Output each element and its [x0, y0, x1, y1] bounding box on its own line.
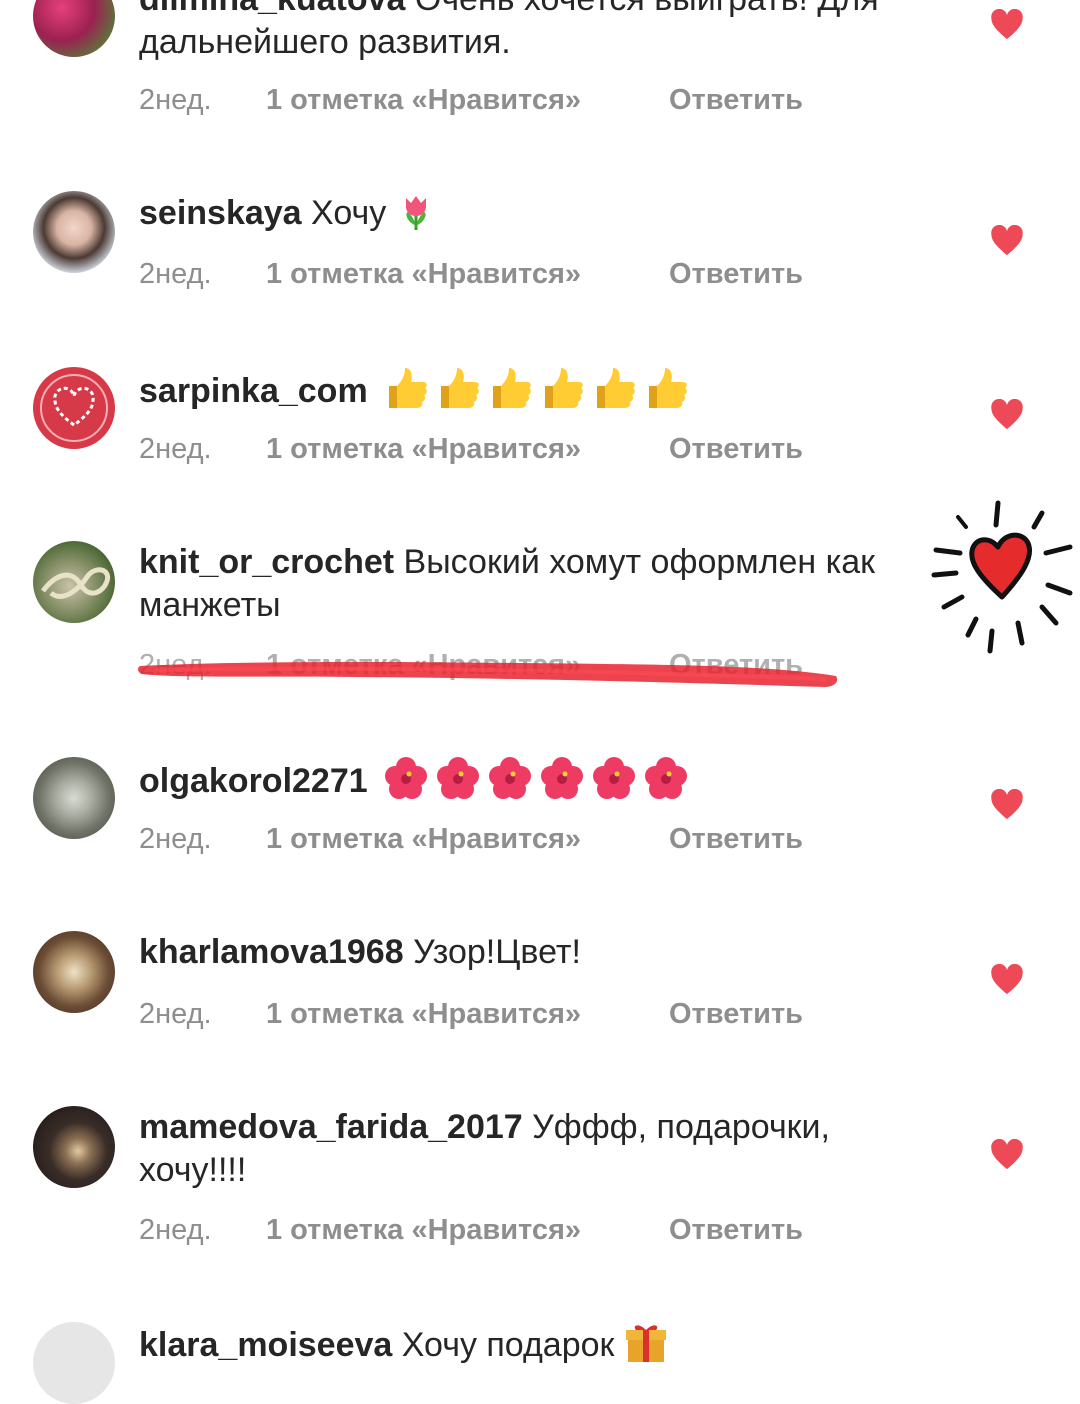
comment-username[interactable]: knit_or_crochet [139, 543, 394, 581]
comment-username[interactable]: kharlamova1968 [139, 933, 404, 971]
comment-likes-link[interactable]: 1 отметка «Нравится» [266, 254, 669, 294]
heart-icon[interactable] [990, 964, 1024, 996]
heart-icon[interactable] [990, 789, 1024, 821]
avatar[interactable] [33, 1322, 115, 1404]
comment-text: dilmina_kuatova Очень хочется выиграть! … [139, 0, 899, 64]
hibiscus-icon [593, 757, 636, 799]
hibiscus-icon [489, 757, 532, 799]
reply-button[interactable]: Ответить [669, 433, 803, 465]
avatar[interactable] [33, 757, 115, 839]
comment-body: Хочу [311, 194, 387, 232]
thumbs-up-icon [649, 368, 687, 408]
comment-time: 2нед. [139, 433, 212, 465]
hibiscus-icon [645, 757, 688, 799]
hibiscus-icon [437, 757, 480, 799]
comment-time: 2нед. [139, 258, 212, 290]
comment-time: 2нед. [139, 1214, 212, 1246]
thumbs-up-emoji-row [377, 366, 689, 421]
comment-username[interactable]: olgakorol2271 [139, 762, 368, 800]
comment-time: 2нед. [139, 84, 212, 116]
thumbs-up-icon [441, 368, 479, 408]
avatar[interactable] [33, 191, 115, 273]
comment-time: 2нед. [139, 823, 212, 855]
avatar[interactable] [33, 541, 115, 623]
reply-button[interactable]: Ответить [669, 823, 803, 855]
comment-likes-link[interactable]: 1 отметка «Нравится» [266, 819, 669, 859]
comment-username[interactable]: seinskaya [139, 194, 302, 232]
hibiscus-icon [385, 757, 428, 799]
comment-text: sarpinka_com [139, 366, 899, 421]
comment-meta: 2нед. 1 отметка «Нравится»Ответить [139, 819, 803, 859]
comment-text: knit_or_crochet Высокий хомут оформлен к… [139, 541, 899, 627]
comment-text: klara_moiseeva Хочу подарок [139, 1320, 899, 1367]
reply-button[interactable]: Ответить [669, 998, 803, 1030]
thumbs-up-icon [545, 368, 583, 408]
hand-drawn-heart-icon [931, 500, 1073, 654]
tulip-emoji-icon [405, 196, 426, 230]
thumbs-up-icon [597, 368, 635, 408]
reply-button[interactable]: Ответить [669, 1214, 803, 1246]
sarpinka-logo-icon [40, 374, 108, 442]
comment-likes-link[interactable]: 1 отметка «Нравится» [266, 1210, 669, 1250]
heart-icon[interactable] [990, 399, 1024, 431]
comment-username[interactable]: mamedova_farida_2017 [139, 1108, 523, 1146]
hibiscus-icon [541, 757, 584, 799]
comment-text: olgakorol2271 [139, 756, 899, 811]
comment-meta: 2нед. 1 отметка «Нравится»Ответить [139, 254, 803, 294]
comment-meta: 2нед. 1 отметка «Нравится»Ответить [139, 994, 803, 1034]
hibiscus-emoji-row [377, 756, 689, 811]
avatar[interactable] [33, 1106, 115, 1188]
comment-text: kharlamova1968 Узор!Цвет! [139, 931, 899, 974]
knot-image-icon [41, 567, 111, 599]
avatar[interactable] [33, 931, 115, 1013]
avatar[interactable] [33, 0, 115, 57]
heart-icon[interactable] [990, 9, 1024, 41]
gift-emoji-icon [625, 1325, 666, 1362]
thumbs-up-icon [493, 368, 531, 408]
comment-meta: 2нед. 1 отметка «Нравится»Ответить [139, 429, 803, 469]
comment-likes-link[interactable]: 1 отметка «Нравится» [266, 994, 669, 1034]
comment-likes-link[interactable]: 1 отметка «Нравится» [266, 80, 669, 120]
comment-username[interactable]: sarpinka_com [139, 372, 368, 410]
comment-text: seinskaya Хочу [139, 192, 899, 235]
heart-icon[interactable] [990, 225, 1024, 257]
comment-body: Узор!Цвет! [413, 933, 581, 971]
comment-username[interactable]: klara_moiseeva [139, 1326, 392, 1364]
reply-button[interactable]: Ответить [669, 258, 803, 290]
comment-username[interactable]: dilmina_kuatova [139, 0, 405, 18]
heart-icon[interactable] [990, 1139, 1024, 1171]
red-marker-strike [137, 662, 838, 687]
comment-meta: 2нед. 1 отметка «Нравится»Ответить [139, 80, 803, 120]
comment-body: Хочу подарок [401, 1326, 615, 1364]
comment-time: 2нед. [139, 998, 212, 1030]
comment-meta: 2нед. 1 отметка «Нравится»Ответить [139, 1210, 803, 1250]
avatar[interactable] [33, 367, 115, 449]
thumbs-up-icon [389, 368, 427, 408]
comment-likes-link[interactable]: 1 отметка «Нравится» [266, 429, 669, 469]
comment-text: mamedova_farida_2017 Уффф, подарочки, хо… [139, 1106, 899, 1192]
reply-button[interactable]: Ответить [669, 84, 803, 116]
